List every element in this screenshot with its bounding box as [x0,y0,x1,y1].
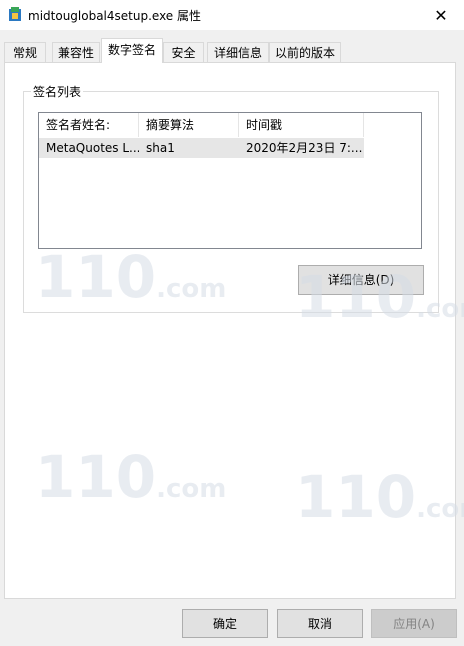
signature-list-label: 签名列表 [31,83,84,100]
close-icon: ✕ [434,5,448,25]
column-header-digest[interactable]: 摘要算法 [139,113,239,137]
tab-details[interactable]: 详细信息 [207,42,269,62]
tab-security[interactable]: 安全 [163,42,204,62]
tab-previous-versions[interactable]: 以前的版本 [269,42,341,62]
watermark: 110.com [35,443,227,511]
tab-general[interactable]: 常规 [4,42,46,62]
column-header-signer[interactable]: 签名者姓名: [39,113,139,137]
signature-listview[interactable]: 签名者姓名: 摘要算法 时间戳 MetaQuotes L... sha1 202… [38,112,422,249]
close-button[interactable]: ✕ [418,0,464,30]
column-header-timestamp[interactable]: 时间戳 [239,113,364,137]
listview-header: 签名者姓名: 摘要算法 时间戳 [39,113,421,137]
title-bar: midtouglobal4setup.exe 属性 ✕ [0,0,464,30]
watermark: 110.com [295,463,464,531]
cancel-button[interactable]: 取消 [277,609,363,638]
apply-button[interactable]: 应用(A) [371,609,457,638]
window-title: midtouglobal4setup.exe 属性 [28,9,202,23]
signature-list-group: 签名列表 签名者姓名: 摘要算法 时间戳 MetaQuotes L... sha… [23,83,439,313]
tab-compatibility[interactable]: 兼容性 [52,42,100,62]
cell-timestamp: 2020年2月23日 7:... [246,141,363,155]
tab-digital-signatures[interactable]: 数字签名 [101,38,163,63]
cell-signer: MetaQuotes L... [46,141,139,155]
table-row[interactable]: MetaQuotes L... sha1 2020年2月23日 7:... [39,138,364,158]
cell-digest: sha1 [146,141,175,155]
installer-app-icon [9,7,21,21]
details-button[interactable]: 详细信息(D) [298,265,424,295]
digital-signatures-panel: 签名列表 签名者姓名: 摘要算法 时间戳 MetaQuotes L... sha… [4,62,464,599]
ok-button[interactable]: 确定 [182,609,268,638]
